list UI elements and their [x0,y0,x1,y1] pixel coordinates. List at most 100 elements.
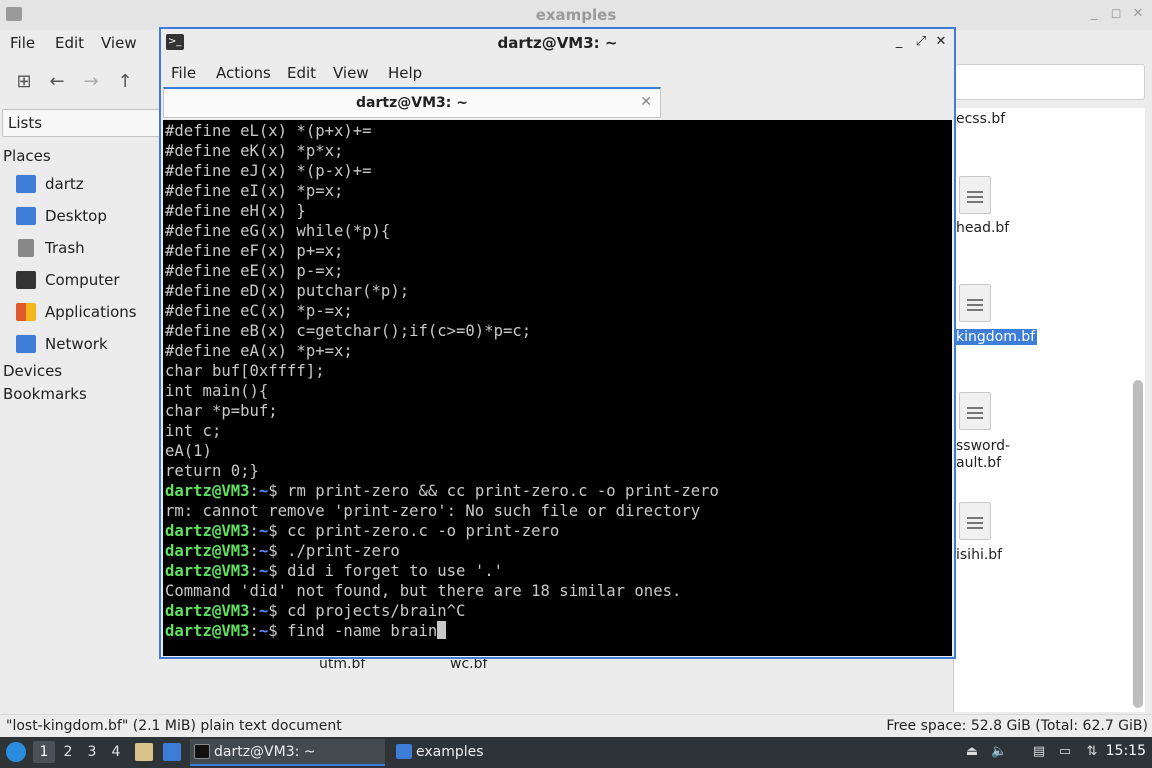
term-menu-help[interactable]: Help [388,64,422,82]
workspace-3[interactable]: 3 [81,741,103,763]
path-bar[interactable] [955,64,1145,100]
file-view-scrollbar[interactable] [1133,380,1143,708]
desktop-icon [16,207,36,225]
fm-menu-edit[interactable]: Edit [55,34,84,52]
command-text: find -name brain [287,622,438,640]
terminal-output[interactable]: #define eL(x) *(p+x)+= #define eK(x) *p*x… [163,120,952,656]
prompt-symbol: $ [268,622,288,640]
terminal-output-line: #define eF(x) p+=x; [165,242,344,260]
text-file-icon[interactable] [959,502,991,540]
terminal-output-line: #define eK(x) *p*x; [165,142,344,160]
task-terminal[interactable]: dartz@VM3: ~ [190,739,385,766]
command-text: did i forget to use '.' [287,562,503,580]
terminal-output-line: #define eA(x) *p+=x; [165,342,353,360]
network-tray-icon[interactable]: ⇅ [1084,744,1100,760]
task-label: dartz@VM3: ~ [214,744,316,760]
home-folder-icon [16,175,36,193]
fm-menu-file[interactable]: File [10,34,35,52]
file-item-label[interactable]: ssword- [956,438,1010,454]
terminal-title: dartz@VM3: ~ [497,34,618,52]
file-item-label[interactable]: isihi.bf [956,547,1002,563]
display-icon[interactable]: ▭ [1057,744,1073,760]
text-file-icon[interactable] [959,392,991,430]
sidebar-item-computer[interactable]: Computer [16,270,161,292]
up-arrow-icon[interactable]: ↑ [113,70,137,94]
workspace-1[interactable]: 1 [33,741,55,763]
prompt-symbol: $ [268,522,288,540]
volume-icon[interactable]: 🔈 [991,744,1007,760]
prompt-separator: : [249,602,259,620]
text-file-icon[interactable] [959,176,991,214]
task-examples[interactable]: examples [392,739,587,766]
terminal-output-line: char buf[0xffff]; [165,362,325,380]
prompt-path: ~ [258,602,269,620]
prompt-symbol: $ [268,482,288,500]
prompt-path: ~ [258,562,269,580]
command-text: ./print-zero [287,542,400,560]
close-icon[interactable]: ✕ [933,34,949,50]
sidebar-item-dartz[interactable]: dartz [16,174,161,196]
show-desktop-icon[interactable] [163,743,181,761]
term-menu-file[interactable]: File [171,64,196,82]
term-menu-edit[interactable]: Edit [287,64,316,82]
command-text: rm print-zero && cc print-zero.c -o prin… [287,482,719,500]
close-tab-icon[interactable]: ✕ [640,94,652,110]
forward-arrow-icon[interactable]: → [79,70,103,94]
side-pane-mode-value: Lists [8,114,43,132]
workspace-4[interactable]: 4 [105,741,127,763]
prompt-path: ~ [258,622,269,640]
terminal-output-line: #define eB(x) c=getchar();if(c>=0)*p=c; [165,322,532,340]
command-text: cd projects/brain^C [287,602,466,620]
prompt-user: dartz@VM3 [165,622,250,640]
devices-header[interactable]: Devices [3,362,62,380]
workspace-2[interactable]: 2 [57,741,79,763]
file-item-label-line2[interactable]: ault.bf [956,455,1001,471]
clipboard-icon[interactable]: ▤ [1031,744,1047,760]
prompt-user: dartz@VM3 [165,522,250,540]
minimize-icon[interactable]: _ [891,34,907,50]
minimize-icon[interactable]: _ [1086,6,1102,22]
sidebar-item-network[interactable]: Network [16,334,161,356]
term-menu-actions[interactable]: Actions [216,64,271,82]
terminal-output-line: return 0;} [165,462,259,480]
terminal-output-line: #define eI(x) *p=x; [165,182,344,200]
file-manager-titlebar: examples _ ◻ ✕ [0,0,1152,30]
fm-menu-view[interactable]: View [101,34,137,52]
file-item-label-selected[interactable]: kingdom.bf [954,329,1038,345]
bookmarks-header[interactable]: Bookmarks [3,385,87,403]
file-manager-launcher-icon[interactable] [135,743,153,761]
close-icon[interactable]: ✕ [1130,6,1146,22]
maximize-icon[interactable]: ◻ [1108,6,1124,22]
terminal-lines: #define eL(x) *(p+x)+= #define eK(x) *p*x… [165,121,719,641]
text-file-icon[interactable] [959,284,991,322]
eject-icon[interactable]: ⏏ [964,744,980,760]
terminal-output-line: #define eG(x) while(*p){ [165,222,391,240]
terminal-command-line: dartz@VM3:~$ ./print-zero [165,541,719,561]
prompt-separator: : [249,482,259,500]
terminal-output-line: int main(){ [165,382,269,400]
prompt-separator: : [249,542,259,560]
terminal-output-line: #define eL(x) *(p+x)+= [165,122,372,140]
side-pane-mode-select[interactable]: Lists [2,109,162,137]
file-item-label[interactable]: head.bf [956,220,1009,236]
back-arrow-icon[interactable]: ← [45,70,69,94]
terminal-output-line: #define eC(x) *p-=x; [165,302,353,320]
prompt-path: ~ [258,482,269,500]
prompt-separator: : [249,562,259,580]
terminal-icon [194,744,210,759]
places-header[interactable]: Places [3,147,51,165]
sidebar-item-applications[interactable]: Applications [16,302,161,324]
terminal-titlebar[interactable]: >_ dartz@VM3: ~ _ ⤢ ✕ [161,29,954,57]
text-cursor [437,621,447,639]
sidebar-item-label: Desktop [45,207,107,225]
sidebar-item-desktop[interactable]: Desktop [16,206,161,228]
term-menu-view[interactable]: View [333,64,369,82]
restore-icon[interactable]: ⤢ [913,34,929,50]
sidebar-item-trash[interactable]: Trash [16,238,161,260]
new-tab-icon[interactable]: ⊞ [12,70,36,94]
terminal-command-line: dartz@VM3:~$ cd projects/brain^C [165,601,719,621]
file-item-label[interactable]: ecss.bf [956,111,1005,127]
terminal-tab[interactable]: dartz@VM3: ~ ✕ [163,87,661,118]
terminal-window[interactable]: >_ dartz@VM3: ~ _ ⤢ ✕ File Actions Edit … [159,27,956,659]
start-menu-icon[interactable] [6,742,26,762]
